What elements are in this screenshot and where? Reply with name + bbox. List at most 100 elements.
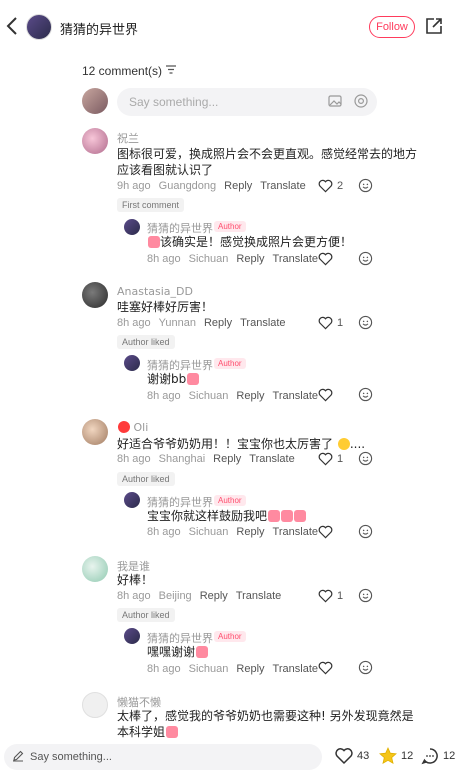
comment-input[interactable]: Say something... bbox=[117, 88, 377, 116]
heart-icon bbox=[318, 388, 333, 402]
reply-button[interactable]: Reply bbox=[236, 663, 264, 675]
comment-text-content: 本科学姐 bbox=[117, 725, 166, 739]
comment-button[interactable]: 12 bbox=[421, 747, 455, 765]
reply-text: 谢谢bb bbox=[147, 371, 200, 387]
heart-icon bbox=[335, 748, 353, 765]
reply-meta: 8h ago Sichuan Reply Translate bbox=[147, 253, 318, 265]
emoji bbox=[187, 373, 200, 385]
emoji bbox=[281, 510, 294, 522]
translate-button[interactable]: Translate bbox=[260, 180, 305, 192]
share-icon[interactable] bbox=[425, 17, 443, 35]
translate-button[interactable]: Translate bbox=[273, 253, 318, 265]
like-button[interactable] bbox=[318, 252, 333, 266]
emoji bbox=[294, 510, 307, 522]
translate-button[interactable]: Translate bbox=[249, 453, 294, 465]
like-post-button[interactable]: 43 bbox=[335, 747, 369, 765]
emoji bbox=[166, 726, 179, 738]
reply-button[interactable]: Reply bbox=[200, 590, 228, 602]
emoji-react-icon[interactable] bbox=[358, 251, 373, 266]
comment-text-line: 本科学姐 bbox=[117, 724, 414, 740]
reply-avatar[interactable] bbox=[124, 628, 140, 644]
emoji-react-icon[interactable] bbox=[358, 451, 373, 466]
emoji-react-icon[interactable] bbox=[358, 178, 373, 193]
post-like-count: 43 bbox=[357, 750, 370, 762]
commenter-avatar[interactable] bbox=[82, 128, 108, 154]
like-count: 1 bbox=[337, 590, 344, 602]
like-count: 2 bbox=[337, 180, 344, 192]
like-button[interactable]: 1 bbox=[318, 316, 343, 330]
heart-icon bbox=[318, 589, 333, 603]
emoji-react-icon[interactable] bbox=[358, 660, 373, 675]
translate-button[interactable]: Translate bbox=[273, 526, 318, 538]
comment-text-line: 太棒了，感觉我的爷爷奶奶也需要这种! 另外发现竟然是 bbox=[117, 709, 414, 723]
sort-icon[interactable] bbox=[166, 65, 177, 77]
reply-location: Sichuan bbox=[188, 526, 229, 538]
reply-text: 嘿嘿谢谢 bbox=[147, 644, 209, 660]
reply-avatar[interactable] bbox=[124, 355, 140, 371]
author-badge: Author bbox=[214, 221, 246, 232]
current-user-avatar bbox=[82, 88, 108, 114]
smile-emoji bbox=[337, 438, 350, 450]
reply-text: 该确实是！感觉换成照片会更方便！ bbox=[147, 234, 352, 250]
comment-text: 图标很可爱，换成照片会不会更直观。感觉经常去的地方 应该看图就认识了 bbox=[117, 146, 417, 178]
like-button[interactable]: 2 bbox=[318, 179, 343, 193]
comment-count-label: 12 comment(s) bbox=[82, 64, 163, 78]
reply-button[interactable]: Reply bbox=[236, 390, 264, 402]
author-avatar[interactable] bbox=[26, 14, 52, 40]
bottom-comment-input[interactable]: Say something... bbox=[4, 744, 322, 770]
emoji-react-icon[interactable] bbox=[358, 524, 373, 539]
author-badge: Author bbox=[214, 495, 246, 506]
author-liked-badge: Author liked bbox=[117, 335, 175, 349]
commenter-avatar[interactable] bbox=[82, 282, 108, 308]
reply-button[interactable]: Reply bbox=[213, 453, 241, 465]
author-badge: Author bbox=[214, 358, 246, 369]
translate-button[interactable]: Translate bbox=[240, 317, 285, 329]
comment-location: Guangdong bbox=[158, 180, 217, 192]
commenter-avatar[interactable] bbox=[82, 419, 108, 445]
like-button[interactable]: 1 bbox=[318, 589, 343, 603]
reply-text-content: 谢谢bb bbox=[147, 372, 187, 386]
heart-icon bbox=[318, 661, 333, 675]
commenter-name[interactable]: 祝兰 bbox=[117, 130, 139, 146]
collect-button[interactable]: 12 bbox=[379, 747, 413, 765]
emoji bbox=[268, 510, 281, 522]
reply-button[interactable]: Reply bbox=[224, 180, 252, 192]
author-name[interactable]: 猜猜的异世界 bbox=[60, 19, 138, 38]
star-icon bbox=[379, 747, 397, 765]
like-button[interactable] bbox=[318, 661, 333, 675]
comment-text-tail: .... bbox=[349, 437, 366, 451]
collect-count: 12 bbox=[401, 750, 414, 762]
at-icon[interactable] bbox=[353, 93, 369, 112]
comment-time: 8h ago bbox=[117, 317, 151, 329]
chevron-left-icon[interactable] bbox=[4, 14, 20, 38]
translate-button[interactable]: Translate bbox=[273, 663, 318, 675]
commenter-avatar[interactable] bbox=[82, 692, 108, 718]
emoji-react-icon[interactable] bbox=[358, 387, 373, 402]
pencil-icon bbox=[12, 750, 24, 765]
emoji bbox=[196, 646, 209, 658]
reply-button[interactable]: Reply bbox=[236, 526, 264, 538]
reply-avatar[interactable] bbox=[124, 219, 140, 235]
like-button[interactable] bbox=[318, 525, 333, 539]
comment-icon bbox=[421, 748, 438, 765]
bottom-bar: Say something... 43 12 12 bbox=[0, 742, 463, 770]
reply-button[interactable]: Reply bbox=[236, 253, 264, 265]
commenter-name[interactable]: Anastasia_DD bbox=[117, 285, 193, 298]
reply-avatar[interactable] bbox=[124, 492, 140, 508]
commenter-avatar[interactable] bbox=[82, 556, 108, 582]
translate-button[interactable]: Translate bbox=[273, 390, 318, 402]
reply-location: Sichuan bbox=[188, 253, 229, 265]
commenter-name[interactable]: Oli bbox=[117, 421, 148, 434]
comment-meta: 8h ago Beijing Reply Translate bbox=[117, 590, 281, 602]
translate-button[interactable]: Translate bbox=[236, 590, 281, 602]
like-button[interactable]: 1 bbox=[318, 452, 343, 466]
like-button[interactable] bbox=[318, 388, 333, 402]
reply-button[interactable]: Reply bbox=[204, 317, 232, 329]
emoji-react-icon[interactable] bbox=[358, 588, 373, 603]
comment-location: Beijing bbox=[158, 590, 192, 602]
reply-location: Sichuan bbox=[188, 390, 229, 402]
emoji-react-icon[interactable] bbox=[358, 315, 373, 330]
follow-button[interactable]: Follow bbox=[369, 16, 415, 38]
image-icon[interactable] bbox=[327, 93, 343, 112]
reply-time: 8h ago bbox=[147, 390, 181, 402]
